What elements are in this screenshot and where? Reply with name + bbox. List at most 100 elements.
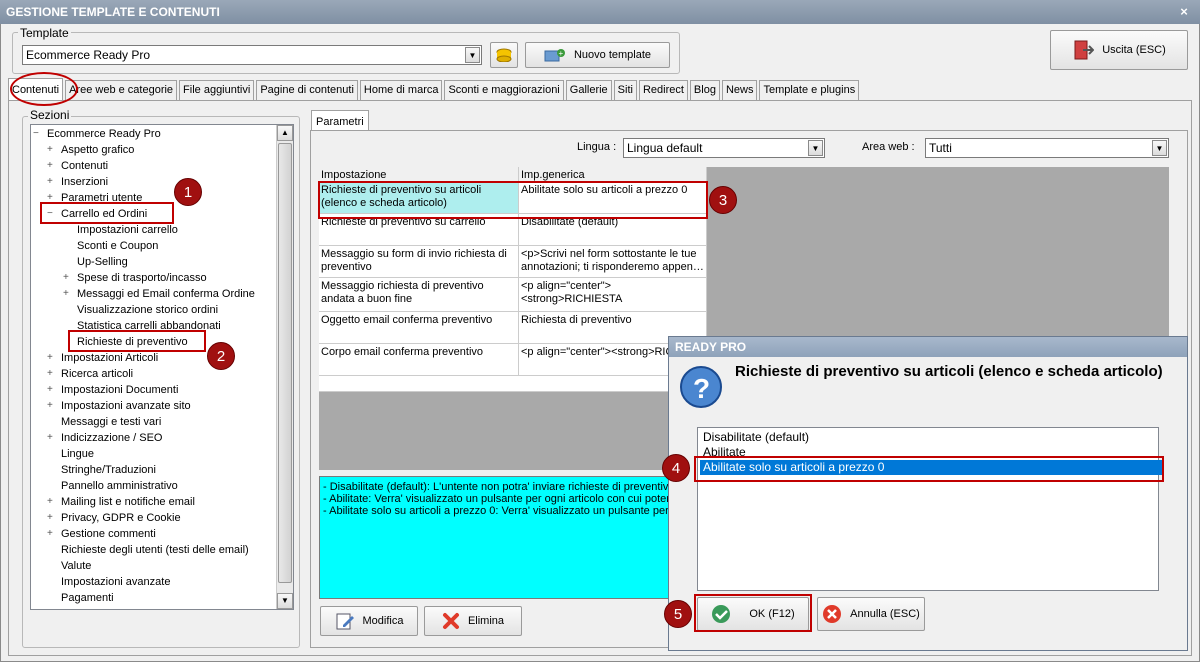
chevron-down-icon[interactable]: ▼ <box>808 140 823 156</box>
dialog-question: Richieste di preventivo su articoli (ele… <box>735 363 1163 380</box>
row-value[interactable]: <p align="center"><strong>RICHIESTA <box>519 278 707 312</box>
tree-item[interactable]: Valute <box>61 559 91 573</box>
area-web-label: Area web : <box>862 141 915 153</box>
cancel-label: Annulla (ESC) <box>850 608 920 620</box>
tab-template-e-plugins[interactable]: Template e plugins <box>759 80 860 100</box>
chevron-down-icon[interactable]: ▼ <box>1152 140 1167 156</box>
chevron-down-icon[interactable]: ▼ <box>465 47 480 63</box>
info-line: - Abilitate: Verra' visualizzato un puls… <box>323 493 670 505</box>
template-group-label: Template <box>18 26 71 40</box>
step-badge-5: 5 <box>664 600 692 628</box>
tab-aree-web-e-categorie[interactable]: Aree web e categorie <box>65 80 178 100</box>
row-setting[interactable]: Messaggio su form di invio richiesta di … <box>319 246 519 278</box>
tree-item[interactable]: Richieste degli utenti (testi delle emai… <box>61 543 249 557</box>
tab-pagine-di-contenuti[interactable]: Pagine di contenuti <box>256 80 358 100</box>
exit-button-label: Uscita (ESC) <box>1102 44 1166 56</box>
question-icon: ? <box>680 366 722 408</box>
tree-item[interactable]: Impostazioni Articoli <box>61 351 158 365</box>
tree-item[interactable]: Messaggi ed Email conferma Ordine <box>77 287 255 301</box>
expand-icon[interactable]: + <box>47 143 53 157</box>
new-template-label: Nuovo template <box>573 49 652 61</box>
expand-icon[interactable]: + <box>47 367 53 381</box>
row-setting[interactable]: Oggetto email conferma preventivo <box>319 312 519 344</box>
delete-button[interactable]: Elimina <box>424 606 522 636</box>
tree-item[interactable]: Ricerca articoli <box>61 367 133 381</box>
info-box: - Disabilitate (default): L'untente non … <box>319 476 670 599</box>
exit-button[interactable]: Uscita (ESC) <box>1050 30 1188 70</box>
row-value[interactable]: <p>Scrivi nel form sottostante le tue an… <box>519 246 707 278</box>
template-select[interactable]: Ecommerce Ready Pro ▼ <box>22 45 482 65</box>
tree-item[interactable]: Privacy, GDPR e Cookie <box>61 511 181 525</box>
tab-parametri[interactable]: Parametri <box>311 110 369 132</box>
tree-item[interactable]: Messaggi e testi vari <box>61 415 161 429</box>
scroll-thumb[interactable] <box>278 143 292 583</box>
expand-icon[interactable]: + <box>63 287 69 301</box>
expand-icon[interactable]: + <box>47 495 53 509</box>
tab-siti[interactable]: Siti <box>613 80 637 100</box>
tab-gallerie[interactable]: Gallerie <box>565 80 612 100</box>
tree-item[interactable]: Pannello amministrativo <box>61 479 178 493</box>
database-button[interactable] <box>490 42 518 68</box>
annotation-ellipse-tab <box>10 72 78 106</box>
tree-item[interactable]: Inserzioni <box>61 175 108 189</box>
dialog-title: READY PRO <box>669 337 1187 357</box>
expand-icon[interactable]: + <box>47 431 53 445</box>
tree-item[interactable]: Sconti e Coupon <box>77 239 158 253</box>
tree-item[interactable]: Spese di trasporto/incasso <box>77 271 207 285</box>
sections-tree[interactable]: ▲ ▼ − Ecommerce Ready Pro + Aspetto grafico… <box>30 124 294 610</box>
area-web-select[interactable]: Tutti ▼ <box>925 138 1169 158</box>
row-setting[interactable]: Corpo email conferma preventivo <box>319 344 519 376</box>
expand-icon[interactable]: + <box>47 527 53 541</box>
tree-item[interactable]: Indicizzazione / SEO <box>61 431 163 445</box>
tree-item[interactable]: Up-Selling <box>77 255 128 269</box>
tree-item[interactable]: Lingue <box>61 447 94 461</box>
annotation-box-3 <box>318 181 708 219</box>
expand-icon[interactable]: + <box>47 399 53 413</box>
tree-item[interactable]: Visualizzazione storico ordini <box>77 303 218 317</box>
edit-button[interactable]: Modifica <box>320 606 418 636</box>
tree-item[interactable]: Mailing list e notifiche email <box>61 495 195 509</box>
expand-icon[interactable]: + <box>63 271 69 285</box>
new-template-button[interactable]: + Nuovo template <box>525 42 670 68</box>
options-list[interactable]: Disabilitate (default) Abilitate Abilitate… <box>697 427 1162 591</box>
expand-icon[interactable]: + <box>47 159 53 173</box>
expand-icon[interactable]: + <box>47 511 53 525</box>
tree-item[interactable]: Gestione commenti <box>61 527 156 541</box>
step-badge-3: 3 <box>709 186 737 214</box>
cancel-button[interactable]: Annulla (ESC) <box>817 597 925 631</box>
tree-item[interactable]: Impostazioni carrello <box>77 223 178 237</box>
column-header-value: Imp.generica <box>519 167 707 182</box>
tree-item[interactable]: Stringhe/Traduzioni <box>61 463 156 477</box>
tree-item[interactable]: Ecommerce Ready Pro <box>47 127 161 141</box>
tree-item[interactable]: Aspetto grafico <box>61 143 134 157</box>
tab-home-di-marca[interactable]: Home di marca <box>359 80 443 100</box>
svg-text:?: ? <box>693 373 710 404</box>
tab-sconti-e-maggiorazioni[interactable]: Sconti e maggiorazioni <box>444 80 564 100</box>
row-setting[interactable]: Messaggio richiesta di preventivo andata… <box>319 278 519 312</box>
lingua-select[interactable]: Lingua default ▼ <box>623 138 825 158</box>
sections-group-label: Sezioni <box>28 108 72 122</box>
tree-item[interactable]: Impostazioni Documenti <box>61 383 178 397</box>
svg-text:+: + <box>558 49 563 58</box>
delete-x-icon <box>442 613 459 629</box>
step-badge-1: 1 <box>174 178 202 206</box>
tree-item[interactable]: Impostazioni avanzate sito <box>61 399 191 413</box>
scroll-down-icon[interactable]: ▼ <box>277 593 293 609</box>
tab-blog[interactable]: Blog <box>689 80 720 100</box>
tree-item[interactable]: Contenuti <box>61 159 108 173</box>
expand-icon[interactable]: + <box>47 351 53 365</box>
tree-item[interactable]: Impostazioni avanzate <box>61 575 170 589</box>
tree-scrollbar[interactable]: ▲ ▼ <box>276 125 293 609</box>
annotation-box-5 <box>694 594 812 632</box>
info-line: - Disabilitate (default): L'untente non … <box>323 481 669 493</box>
tree-item[interactable]: Pagamenti <box>61 591 114 605</box>
close-icon[interactable]: × <box>1176 0 1192 24</box>
collapse-icon[interactable]: − <box>33 127 39 141</box>
option-item[interactable]: Disabilitate (default) <box>700 430 809 445</box>
tab-redirect[interactable]: Redirect <box>638 80 688 100</box>
scroll-up-icon[interactable]: ▲ <box>277 125 293 141</box>
tab-news[interactable]: News <box>721 80 758 100</box>
expand-icon[interactable]: + <box>47 175 53 189</box>
tab-file-aggiuntivi[interactable]: File aggiuntivi <box>179 80 255 100</box>
expand-icon[interactable]: + <box>47 383 53 397</box>
